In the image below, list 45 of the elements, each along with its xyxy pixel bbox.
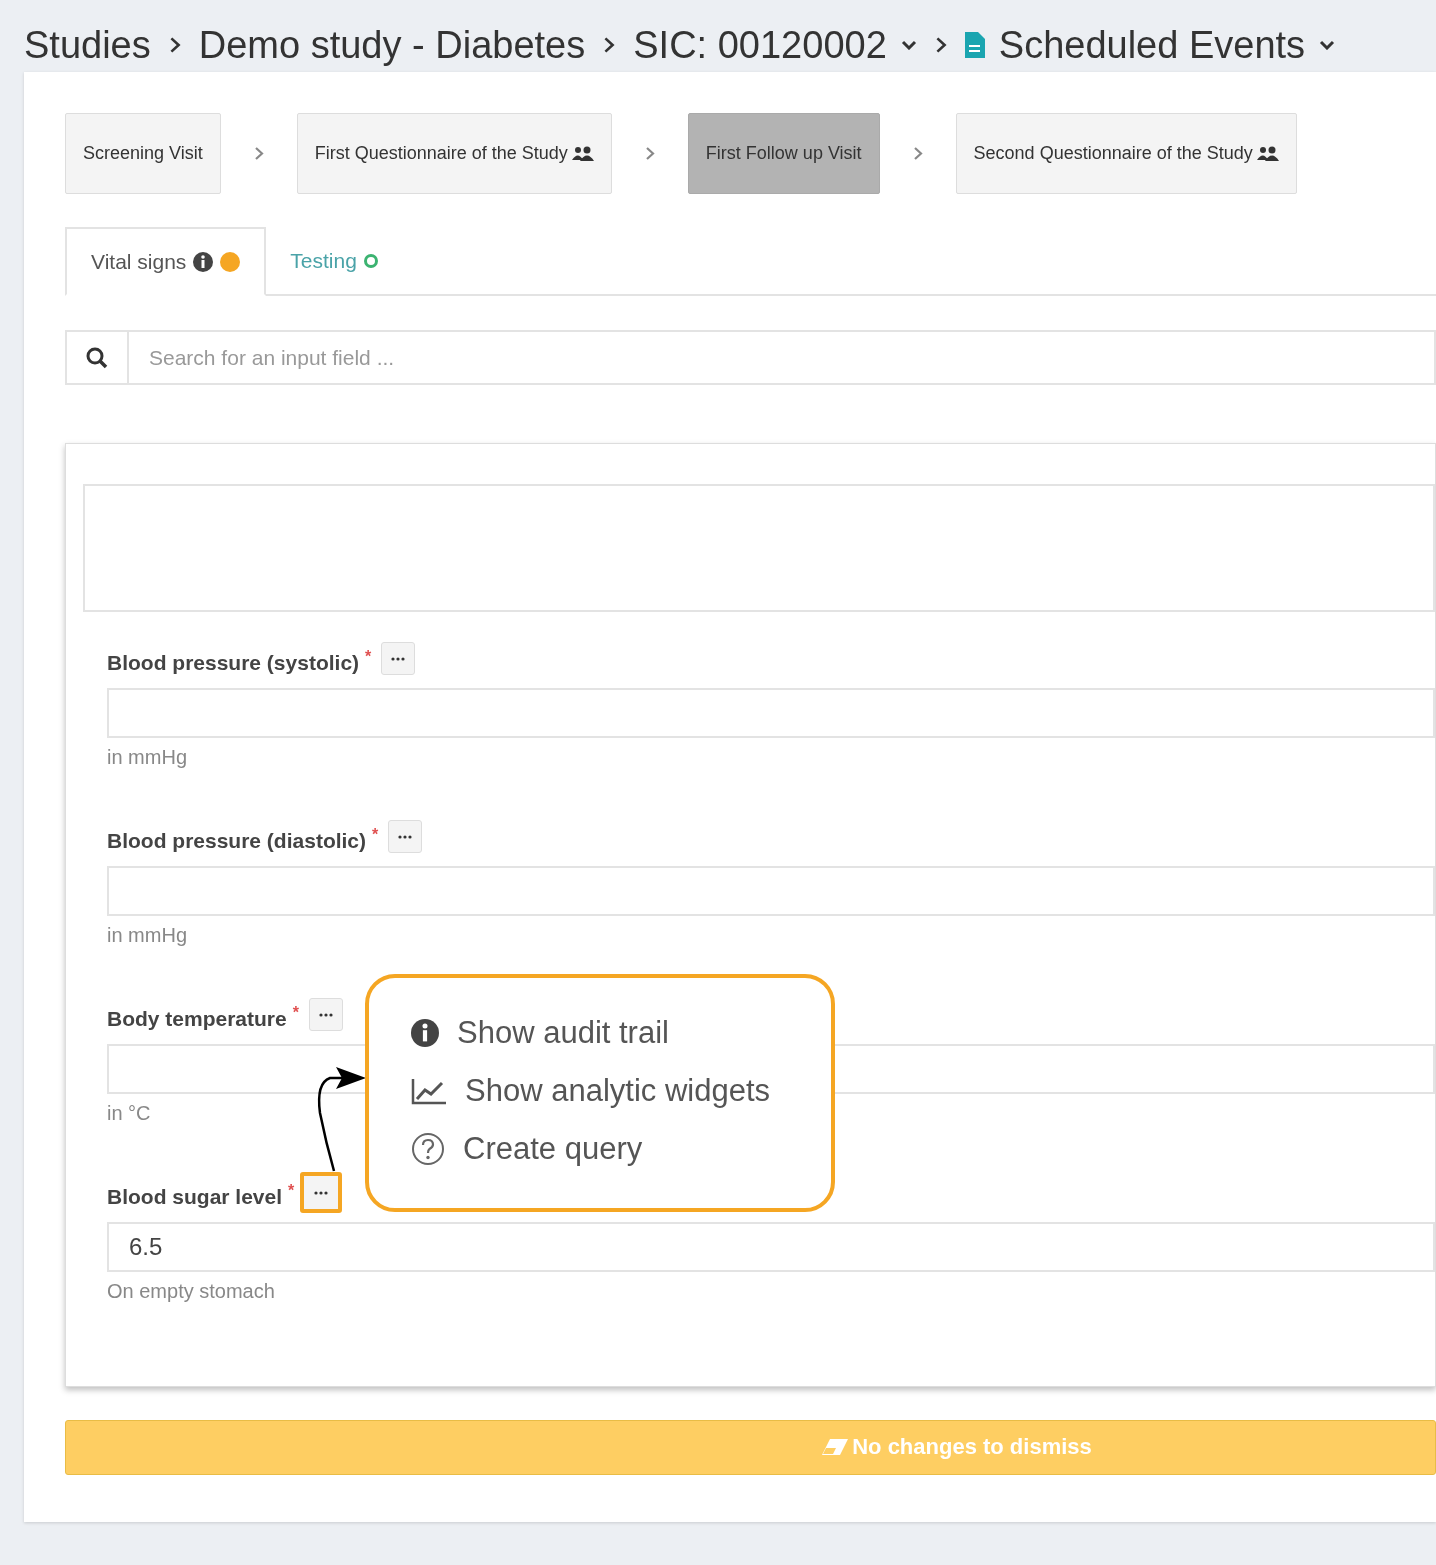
more-button[interactable]	[308, 998, 343, 1031]
menu-item[interactable]: Create query	[411, 1120, 831, 1178]
step-button[interactable]: First Questionnaire of the Study	[296, 113, 612, 194]
breadcrumb-link[interactable]: Scheduled Events	[998, 23, 1306, 67]
more-button[interactable]	[388, 820, 423, 853]
field-label: Blood sugar level	[107, 1185, 283, 1209]
chevron-icon	[603, 36, 616, 54]
required-mark: *	[292, 1004, 299, 1022]
step-button[interactable]: First Follow up Visit	[687, 113, 880, 194]
required-mark: *	[365, 648, 372, 666]
more-button[interactable]	[300, 1172, 343, 1213]
tab[interactable]: Vital signs	[65, 227, 267, 296]
field-hint: in °C	[107, 1102, 152, 1125]
chevron-icon	[253, 146, 264, 161]
more-button[interactable]	[381, 642, 416, 675]
chevron-icon	[644, 146, 655, 161]
line-chart-icon	[411, 1077, 447, 1105]
field-hint: in mmHg	[107, 924, 188, 947]
document-icon	[964, 32, 985, 58]
menu-item[interactable]: Show audit trail	[411, 1004, 831, 1062]
chevron-icon	[168, 36, 181, 54]
field-hint: in mmHg	[107, 746, 188, 769]
input-field[interactable]: 6.5	[107, 1222, 1435, 1272]
breadcrumb-link[interactable]: Studies	[24, 23, 151, 67]
more-icon	[391, 656, 406, 661]
more-icon	[314, 1190, 329, 1195]
step-button[interactable]: Second Questionnaire of the Study	[955, 113, 1297, 194]
search-icon	[86, 346, 108, 369]
breadcrumb-link[interactable]: SIC: 00120002	[633, 23, 887, 67]
question-icon	[411, 1132, 445, 1166]
more-icon	[398, 834, 413, 839]
required-mark: *	[372, 826, 379, 844]
info-icon	[411, 1019, 439, 1047]
field-hint: On empty stomach	[107, 1280, 276, 1303]
menu-item[interactable]: Show analytic widgets	[411, 1062, 831, 1120]
step-button[interactable]: Screening Visit	[65, 113, 221, 194]
field-label: Blood pressure (diastolic)	[107, 829, 367, 853]
eraser-icon	[822, 1439, 849, 1455]
breadcrumb-link[interactable]: Demo study - Diabetes	[198, 23, 586, 67]
more-icon	[318, 1012, 333, 1017]
field-label: Blood pressure (systolic)	[107, 651, 360, 675]
chevron-icon	[934, 36, 947, 54]
chevron-icon	[912, 146, 923, 161]
field-label: Body temperature	[107, 1007, 287, 1031]
required-mark: *	[288, 1182, 295, 1200]
